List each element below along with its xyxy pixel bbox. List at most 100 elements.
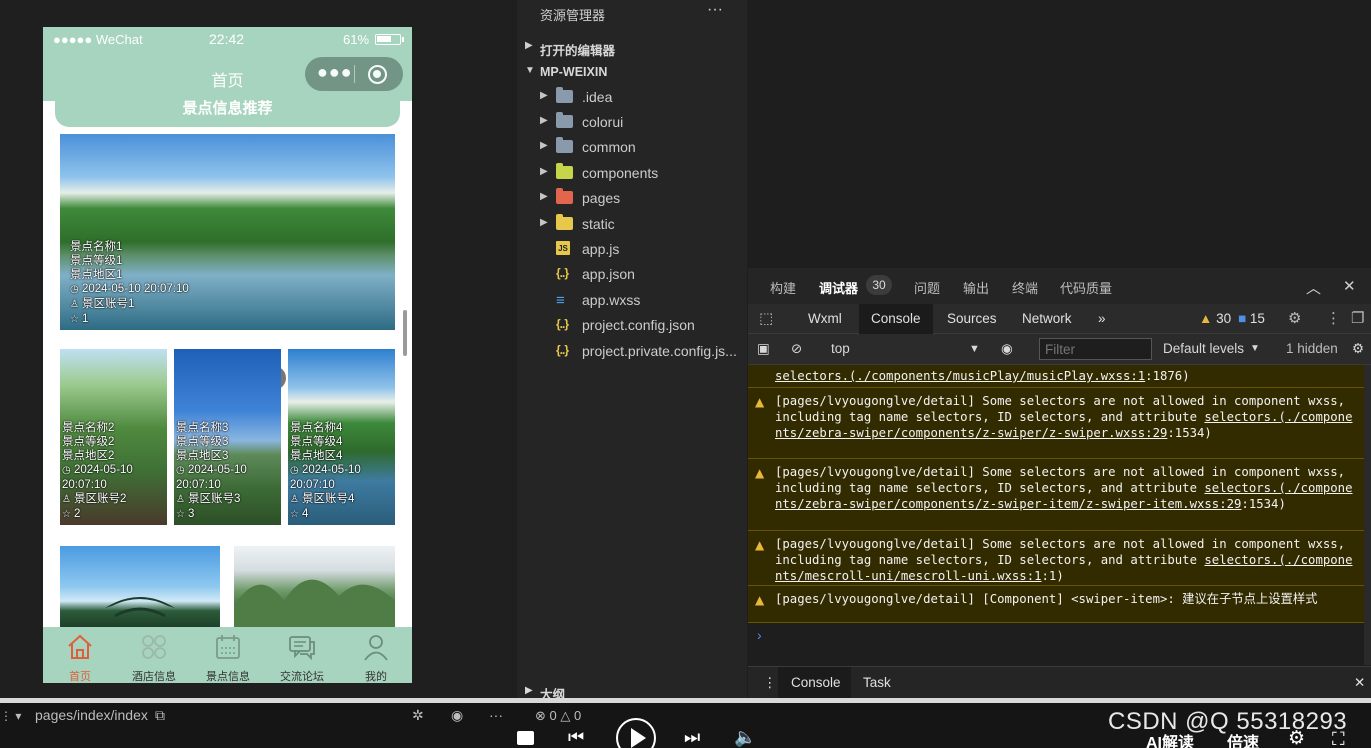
sidebar-toggle-icon[interactable]: ▣ — [757, 341, 770, 357]
stop-button[interactable] — [517, 731, 534, 745]
tab-spots[interactable]: 景点信息 — [191, 627, 265, 683]
section-label: MP-WEIXIN — [540, 65, 608, 79]
tab-sources[interactable]: Sources — [947, 311, 997, 326]
eye-icon[interactable]: ◉ — [1001, 341, 1013, 357]
tree-item-app-wxss[interactable]: ≡ app.wxss — [517, 287, 747, 312]
battery-tip — [402, 37, 404, 42]
tree-item-project-config[interactable]: {..} project.config.json — [517, 312, 747, 337]
tree-item-project-private-config[interactable]: {..} project.private.config.js... — [517, 338, 747, 363]
tree-item-idea[interactable]: ▶ .idea — [517, 84, 747, 109]
warning-count[interactable]: ▲ 30 — [1199, 311, 1231, 326]
more-tabs-icon[interactable]: » — [1098, 311, 1106, 326]
ai-read-button[interactable]: AI解读 — [1146, 729, 1194, 748]
gear-icon[interactable]: ⚙ — [1352, 341, 1364, 357]
console-message[interactable]: ▲ [pages/lvyougonglve/detail] Some selec… — [748, 531, 1364, 586]
tab-mine[interactable]: 我的 — [339, 627, 412, 683]
tab-hotel[interactable]: 酒店信息 — [117, 627, 191, 683]
chevron-up-icon[interactable]: ︿ — [1306, 277, 1321, 298]
info-count[interactable]: ■ 15 — [1238, 311, 1265, 326]
play-button[interactable] — [616, 718, 656, 748]
spot-card[interactable] — [234, 546, 395, 627]
previous-button[interactable]: ⏮ — [568, 727, 584, 748]
chevron-down-icon[interactable]: ▼ — [969, 343, 980, 355]
folder-icon — [556, 112, 574, 129]
project-section[interactable]: ▼ MP-WEIXIN — [517, 59, 747, 84]
clear-console-icon[interactable]: ⊘ — [791, 341, 802, 357]
spot-card[interactable]: 景点名称3 景点等级3 景点地区3 ◷ 2024-05-10 20:07:10 ♙… — [174, 349, 281, 525]
console-message[interactable]: ▲ [pages/lvyougonglve/detail] Some selec… — [748, 388, 1364, 459]
tab-network[interactable]: Network — [1022, 311, 1072, 326]
speed-button[interactable]: 倍速 — [1227, 729, 1259, 748]
next-button[interactable]: ⏭ — [684, 727, 700, 748]
console-scrollbar[interactable] — [1364, 365, 1371, 665]
spot-card[interactable]: 景点名称2 景点等级2 景点地区2 ◷ 2024-05-10 20:07:10 ♙… — [60, 349, 167, 525]
tab-console[interactable]: Console — [871, 311, 921, 326]
drawer-tab-console[interactable]: Console — [791, 675, 841, 690]
simulator-scrollbar[interactable] — [403, 310, 407, 356]
console-message[interactable]: ▲ [pages/lvyougonglve/detail] [Component… — [748, 586, 1364, 623]
more-icon[interactable]: ●●● — [317, 62, 353, 83]
gear-icon[interactable]: ⚙ — [1288, 727, 1305, 748]
folder-icon — [556, 137, 574, 154]
fullscreen-icon[interactable]: ⛶ — [1332, 729, 1345, 748]
spot-card[interactable] — [60, 546, 220, 627]
tab-terminal[interactable]: 终端 — [1012, 278, 1038, 297]
tree-item-common[interactable]: ▶ common — [517, 134, 747, 159]
filter-input[interactable] — [1039, 338, 1152, 360]
spot-level: 景点等级3 — [176, 436, 229, 448]
error-count[interactable]: ⊗ 0 △ 0 — [535, 708, 581, 724]
dock-icon[interactable]: ❐ — [1351, 309, 1364, 327]
message-suffix: :1) — [1041, 569, 1064, 583]
eye-icon[interactable]: ◉ — [451, 707, 463, 724]
log-levels-dropdown[interactable]: Default levels — [1163, 341, 1244, 356]
tree-item-label: app.js — [582, 241, 620, 257]
tree-item-label: common — [582, 139, 636, 155]
tab-problems[interactable]: 问题 — [914, 278, 940, 297]
spot-region: 景点地区3 — [176, 450, 229, 462]
gear-icon[interactable]: ⚙ — [1288, 309, 1301, 327]
tree-item-pages[interactable]: ▶ pages — [517, 185, 747, 210]
spot-region: 景点地区1 — [70, 269, 123, 281]
console-prompt[interactable]: › — [757, 627, 762, 643]
spot-card[interactable]: 景点名称4 景点等级4 景点地区4 ◷ 2024-05-10 20:07:10 ♙… — [288, 349, 395, 525]
tree-item-app-json[interactable]: {..} app.json — [517, 261, 747, 286]
spot-stars: 1 — [82, 313, 89, 325]
tab-wxml[interactable]: Wxml — [808, 311, 842, 326]
context-selector[interactable]: top — [831, 341, 850, 356]
layout-icon[interactable]: ⋮ ▾ — [0, 709, 21, 723]
tree-item-colorui[interactable]: ▶ colorui — [517, 109, 747, 134]
volume-icon[interactable]: 🔈 — [734, 727, 756, 748]
tab-output[interactable]: 输出 — [963, 278, 989, 297]
explorer-more-icon[interactable]: ··· — [707, 1, 723, 19]
inspect-element-icon[interactable]: ⬚ — [759, 309, 773, 327]
tree-item-app-js[interactable]: JS app.js — [517, 236, 747, 261]
more-icon[interactable]: ··· — [489, 707, 503, 723]
tab-forum[interactable]: 交流论坛 — [265, 627, 339, 683]
spot-date: 2024-05-10 — [302, 464, 361, 476]
copy-icon[interactable]: ⧉ — [155, 707, 165, 724]
tree-item-components[interactable]: ▶ components — [517, 160, 747, 185]
bug-icon[interactable]: ✲ — [412, 707, 424, 724]
outline-section[interactable]: ▶ 大纲 — [517, 682, 747, 702]
close-icon[interactable]: ✕ — [1354, 675, 1365, 691]
open-editors-section[interactable]: ▶ 打开的编辑器 — [517, 34, 747, 59]
css-file-icon: ≡ — [556, 292, 565, 309]
tab-home[interactable]: 首页 — [43, 627, 117, 683]
wechat-capsule[interactable]: ●●● — [305, 57, 403, 91]
drawer-menu-icon[interactable]: ⋮ — [763, 675, 777, 691]
tab-debugger[interactable]: 调试器 — [819, 278, 858, 297]
drawer-tab-task[interactable]: Task — [863, 675, 891, 690]
chevron-down-icon[interactable]: ▼ — [1250, 343, 1260, 354]
kebab-menu-icon[interactable]: ⋮ — [1326, 309, 1341, 327]
tree-item-static[interactable]: ▶ static — [517, 211, 747, 236]
source-link[interactable]: selectors.(./components/musicPlay/musicP… — [775, 369, 1145, 383]
tab-code-quality[interactable]: 代码质量 — [1060, 278, 1112, 297]
close-icon[interactable]: ✕ — [1343, 277, 1356, 295]
page-path[interactable]: pages/index/index — [35, 707, 148, 723]
console-message[interactable]: ▲ [pages/lvyougonglve/detail] Some selec… — [748, 459, 1364, 531]
close-miniprogram-icon[interactable] — [368, 65, 387, 84]
console-message[interactable]: selectors.(./components/musicPlay/musicP… — [748, 365, 1364, 388]
tab-build[interactable]: 构建 — [770, 278, 796, 297]
spot-account: 景区账号4 — [302, 493, 355, 505]
featured-spot-card[interactable]: 景点名称1 景点等级1 景点地区1 ◷ 2024-05-10 20:07:10 ♙… — [60, 134, 395, 330]
